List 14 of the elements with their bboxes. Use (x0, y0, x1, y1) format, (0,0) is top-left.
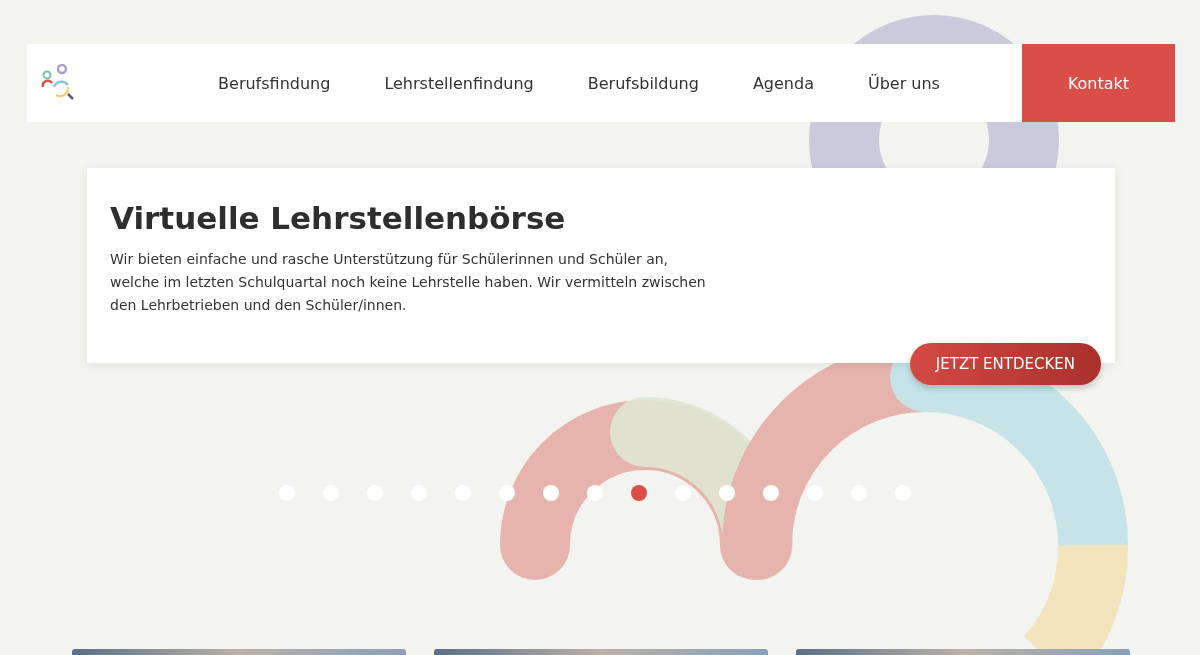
nav-link[interactable]: Berufsfindung (191, 73, 358, 93)
slide-dot[interactable] (587, 485, 603, 501)
slide-dot[interactable] (675, 485, 691, 501)
nav-link[interactable]: Agenda (725, 73, 841, 93)
discover-button[interactable]: JETZT ENTDECKEN (909, 343, 1101, 385)
hero-title: Virtuelle Lehrstellenbörse (110, 200, 567, 236)
slide-dot[interactable] (631, 485, 647, 501)
nav-link[interactable]: Lehrstellenfindung (357, 73, 561, 93)
slide-dot[interactable] (499, 485, 515, 501)
contact-button[interactable]: Kontakt (1022, 44, 1175, 122)
nav-link[interactable]: Berufsbildung (560, 73, 726, 93)
slide-dot[interactable] (807, 485, 823, 501)
hero-description: Wir bieten einfache und rasche Unterstützung für Schülerinnen und Schüler an, welche im letzten Schulquartal noch keine Lehrstelle haben. Wir vermitteln zwischen den Lehrbetrieben und den Schüler/innen. (110, 250, 707, 315)
nav-link[interactable]: Über uns (840, 73, 967, 93)
